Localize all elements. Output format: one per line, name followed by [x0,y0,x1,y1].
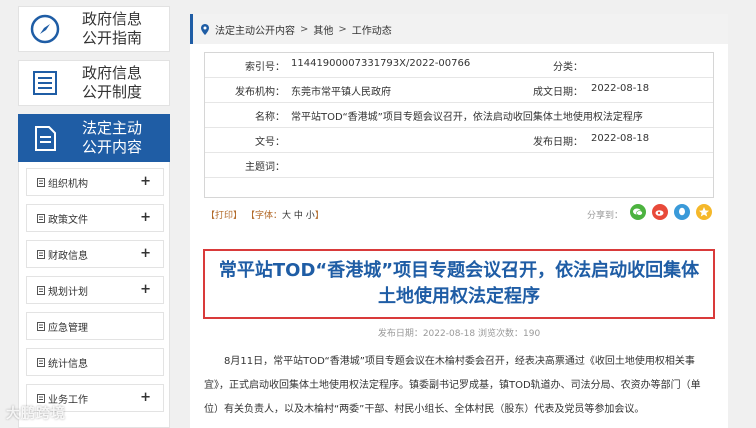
sub-item-finance[interactable]: 财政信息 + [26,240,164,268]
sub-item-label: 统计信息 [48,358,88,370]
location-pin-icon [201,23,209,35]
nav-label: 政府信息公开指南 [81,10,142,47]
file-icon [37,177,45,187]
list-doc-icon [19,61,71,105]
article-pubinfo: 发布日期：2022-08-18 浏览次数：190 [377,329,541,339]
meta-key: 主题词： [245,162,285,173]
main-content: 法定主动公开内容 > 其他 > 工作动态 索引号： 11441900007331… [190,14,728,428]
watermark: 大鹏跨境 [6,406,66,422]
expand-plus-icon[interactable]: + [140,390,151,405]
breadcrumb-item[interactable]: 法定主动公开内容 [215,22,295,37]
font-size-control: 【字体：大 中 小】 [246,208,324,221]
sub-item-emergency[interactable]: 应急管理 [26,312,164,340]
meta-row-keywords: 主题词： [205,158,713,182]
nav-label: 政府信息公开制度 [81,64,142,101]
breadcrumb-separator: > [300,23,309,35]
font-prefix: 【字体： [246,211,283,221]
wechat-icon[interactable] [630,204,646,220]
expand-plus-icon[interactable]: + [140,174,151,189]
sub-item-planning[interactable]: 规划计划 + [26,276,164,304]
article-title-box: 常平站TOD“香港城”项目专题会议召开，依法启动收回集体土地使用权法定程序 [203,249,715,319]
meta-key: 索引号： [245,62,285,73]
document-icon [19,116,71,160]
expand-plus-icon[interactable]: + [140,210,151,225]
file-icon [37,213,45,223]
sub-item-label: 政策文件 [48,214,88,226]
file-icon [37,393,45,403]
breadcrumb-item[interactable]: 其他 [313,22,333,37]
weibo-icon[interactable] [652,204,668,220]
nav-gov-info-system[interactable]: 政府信息公开制度 [18,60,170,106]
sidebar: 政府信息公开指南 政府信息公开制度 法定主动公开内容 组织机构 + 政策文件 +… [18,0,170,428]
font-medium-link[interactable]: 中 [294,211,303,221]
file-icon [37,285,45,295]
meta-row-index: 索引号： 11441900007331793X/2022-00766 分类： [205,58,713,82]
meta-value: 2022-08-18 [591,83,650,94]
qq-icon[interactable] [674,204,690,220]
article-tools: 【打印】 【字体：大 中 小】 分享到： [204,204,714,226]
breadcrumb: 法定主动公开内容 > 其他 > 工作动态 [190,14,728,44]
font-small-link[interactable]: 小 [306,211,315,221]
sub-item-org[interactable]: 组织机构 + [26,168,164,196]
meta-key: 文号： [255,137,285,148]
sub-item-label: 组织机构 [48,178,88,190]
document-meta-table: 索引号： 11441900007331793X/2022-00766 分类： 发… [204,52,714,198]
meta-row-publisher: 发布机构： 东莞市常平镇人民政府 成文日期： 2022-08-18 [205,83,713,107]
meta-key: 发布日期： [533,137,583,148]
meta-key: 名称： [255,112,285,123]
meta-row-docno: 文号： 发布日期： 2022-08-18 [205,133,713,157]
qzone-icon[interactable] [696,204,712,220]
nav-label: 法定主动公开内容 [81,119,142,156]
meta-value: 2022-08-18 [591,133,650,144]
meta-value: 11441900007331793X/2022-00766 [291,58,471,69]
breadcrumb-separator: > [338,23,347,35]
font-large-link[interactable]: 大 [282,211,291,221]
nav-gov-info-guide[interactable]: 政府信息公开指南 [18,6,170,52]
article-title: 常平站TOD“香港城”项目专题会议召开，依法启动收回集体土地使用权法定程序 [218,260,700,307]
sub-item-label: 应急管理 [48,322,88,334]
meta-key: 发布机构： [235,87,285,98]
breadcrumb-item[interactable]: 工作动态 [352,22,392,37]
nav-active-disclosure[interactable]: 法定主动公开内容 [18,114,170,162]
print-link[interactable]: 【打印】 [206,208,242,221]
meta-key: 分类： [553,62,583,73]
article-body-paragraph: 8月11日，常平站TOD“香港城”项目专题会议在木棆村委会召开，经表决高票通过《… [204,356,701,415]
meta-value: 常平站TOD“香港城”项目专题会议召开，依法启动收回集体土地使用权法定程序 [291,112,643,123]
compass-icon [19,7,71,51]
sub-item-statistics[interactable]: 统计信息 [26,348,164,376]
share-label: 分享到： [587,211,624,221]
file-icon [37,321,45,331]
font-suffix: 】 [314,211,324,221]
expand-plus-icon[interactable]: + [140,246,151,261]
file-icon [37,357,45,367]
meta-value: 东莞市常平镇人民政府 [291,87,391,98]
sub-nav-panel: 组织机构 + 政策文件 + 财政信息 + 规划计划 + 应急管理 统计信息 业务… [18,162,170,428]
meta-row-name: 名称： 常平站TOD“香港城”项目专题会议召开，依法启动收回集体土地使用权法定程… [205,108,713,132]
sub-item-policy[interactable]: 政策文件 + [26,204,164,232]
sub-item-label: 财政信息 [48,250,88,262]
expand-plus-icon[interactable]: + [140,282,151,297]
sub-item-label: 规划计划 [48,286,88,298]
file-icon [37,249,45,259]
meta-key: 成文日期： [533,87,583,98]
